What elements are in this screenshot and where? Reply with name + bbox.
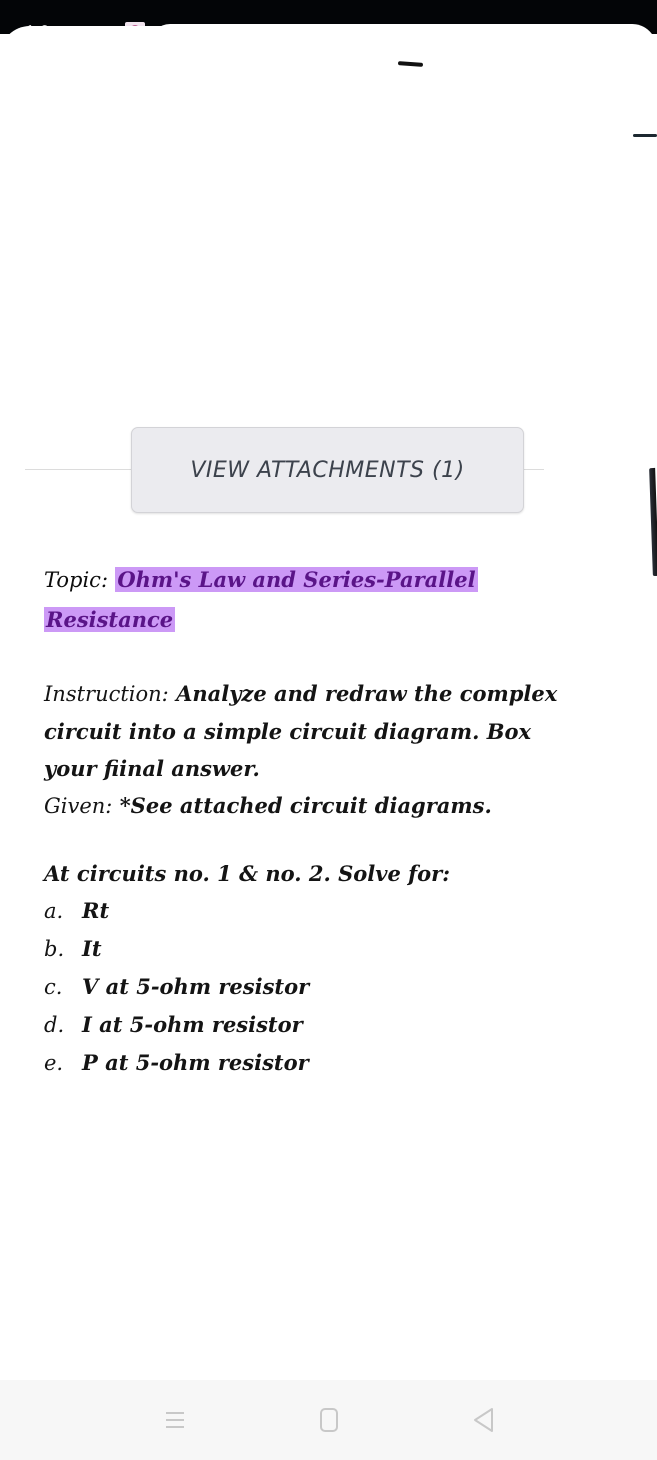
post-content: Topic: Ohm's Law and Series-Parallel Res… bbox=[44, 560, 624, 1082]
list-item-text: V at 5-ohm resistor bbox=[82, 974, 310, 999]
list-item-letter: b. bbox=[44, 937, 65, 961]
instruction-label: Instruction: bbox=[44, 682, 169, 706]
topic-section: Topic: Ohm's Law and Series-Parallel Res… bbox=[44, 560, 624, 639]
back-icon bbox=[474, 1408, 493, 1432]
instruction-text-line1: Analyze and redraw the complex bbox=[176, 681, 558, 706]
topic-title-line2: Resistance bbox=[44, 607, 176, 632]
list-item-text: It bbox=[82, 936, 102, 961]
image-artifact bbox=[397, 61, 424, 67]
instruction-section: Instruction: Analyze and redraw the comp… bbox=[44, 675, 624, 825]
list-item-letter: e. bbox=[44, 1051, 64, 1075]
view-attachments-label: VIEW ATTACHMENTS (1) bbox=[190, 457, 465, 483]
list-item: d. I at 5-ohm resistor bbox=[44, 1006, 624, 1044]
navigation-bar bbox=[0, 1380, 657, 1460]
home-icon bbox=[320, 1408, 338, 1432]
instruction-text-line3: your fiinal answer. bbox=[44, 756, 260, 781]
list-item: b. It bbox=[44, 930, 624, 968]
image-artifact bbox=[633, 134, 657, 137]
list-item: a. Rt bbox=[44, 892, 624, 930]
list-item: c. V at 5-ohm resistor bbox=[44, 968, 624, 1006]
recent-apps-icon bbox=[166, 1412, 184, 1428]
view-attachments-button[interactable]: VIEW ATTACHMENTS (1) bbox=[131, 427, 524, 513]
list-item-letter: c. bbox=[44, 975, 63, 999]
given-text: *See attached circuit diagrams. bbox=[119, 793, 492, 818]
recent-apps-button[interactable] bbox=[161, 1406, 189, 1434]
list-item-text: P at 5-ohm resistor bbox=[82, 1050, 309, 1075]
back-button[interactable] bbox=[470, 1406, 498, 1434]
list-item: e. P at 5-ohm resistor bbox=[44, 1044, 624, 1082]
list-item-letter: a. bbox=[44, 899, 64, 923]
list-item-text: Rt bbox=[82, 898, 110, 923]
solve-section: At circuits no. 1 & no. 2. Solve for: a.… bbox=[44, 855, 624, 1082]
list-item-letter: d. bbox=[44, 1013, 65, 1037]
divider-left bbox=[25, 469, 131, 470]
instruction-text-line2: circuit into a simple circuit diagram. B… bbox=[44, 719, 532, 744]
list-item-text: I at 5-ohm resistor bbox=[82, 1012, 303, 1037]
solve-intro: At circuits no. 1 & no. 2. Solve for: bbox=[44, 861, 450, 886]
redacted-header-area-2 bbox=[150, 24, 657, 54]
topic-title-line1: Ohm's Law and Series-Parallel bbox=[115, 567, 478, 592]
home-button[interactable] bbox=[315, 1406, 343, 1434]
given-label: Given: bbox=[44, 794, 113, 818]
image-artifact bbox=[649, 467, 657, 577]
topic-label: Topic: bbox=[44, 568, 109, 592]
divider-right bbox=[524, 469, 544, 470]
